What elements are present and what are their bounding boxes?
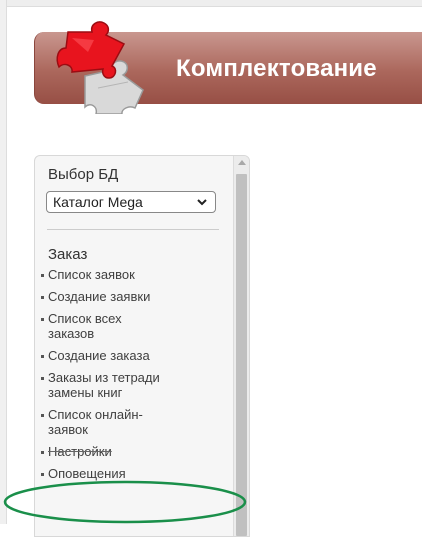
sidebar-scrollbar[interactable] bbox=[233, 156, 249, 536]
menu-link[interactable]: Создание заказа bbox=[48, 348, 198, 363]
menu-item-replacement-orders: Заказы из тетради замены книг bbox=[35, 370, 231, 400]
bullet-icon bbox=[41, 414, 44, 417]
window-top-frame bbox=[0, 0, 422, 7]
bullet-icon bbox=[41, 473, 44, 476]
menu-item-create-order: Создание заказа bbox=[35, 348, 231, 363]
sidebar-divider bbox=[47, 229, 219, 230]
bullet-icon bbox=[41, 296, 44, 299]
menu-link[interactable]: Оповещения bbox=[48, 466, 198, 481]
bullet-icon bbox=[41, 377, 44, 380]
menu-item-request-list: Список заявок bbox=[35, 267, 231, 282]
bullet-icon bbox=[41, 274, 44, 277]
page-title: Комплектование bbox=[176, 55, 377, 82]
section-title-order: Заказ bbox=[48, 246, 88, 263]
menu-item-all-orders: Список всех заказов bbox=[35, 311, 231, 341]
db-select-label: Выбор БД bbox=[48, 166, 119, 183]
chevron-down-icon bbox=[197, 199, 207, 206]
menu-item-online-requests: Список онлайн-заявок bbox=[35, 407, 231, 437]
window-left-frame bbox=[0, 0, 7, 524]
menu-link[interactable]: Создание заявки bbox=[48, 289, 198, 304]
bullet-icon bbox=[41, 318, 44, 321]
sidebar-panel: Выбор БД Каталог Mega Заказ Список заяво… bbox=[34, 155, 250, 537]
db-select-dropdown[interactable]: Каталог Mega bbox=[46, 191, 216, 213]
db-select-value: Каталог Mega bbox=[53, 194, 143, 210]
menu-item-notifications: Оповещения bbox=[35, 466, 231, 481]
menu-link[interactable]: Список всех заказов bbox=[48, 311, 168, 341]
scroll-up-arrow-icon[interactable] bbox=[238, 160, 246, 165]
scroll-thumb[interactable] bbox=[236, 174, 247, 536]
menu-link[interactable]: Список онлайн-заявок bbox=[48, 407, 168, 437]
menu-link[interactable]: Список заявок bbox=[48, 267, 198, 282]
menu-link[interactable]: Настройки bbox=[48, 444, 198, 459]
menu-item-create-request: Создание заявки bbox=[35, 289, 231, 304]
menu-link[interactable]: Заказы из тетради замены книг bbox=[48, 370, 198, 400]
order-menu: Список заявок Создание заявки Список все… bbox=[35, 267, 231, 488]
bullet-icon bbox=[41, 355, 44, 358]
menu-item-settings: Настройки bbox=[35, 444, 231, 459]
puzzle-logo-icon bbox=[56, 21, 144, 114]
bullet-icon bbox=[41, 451, 44, 454]
